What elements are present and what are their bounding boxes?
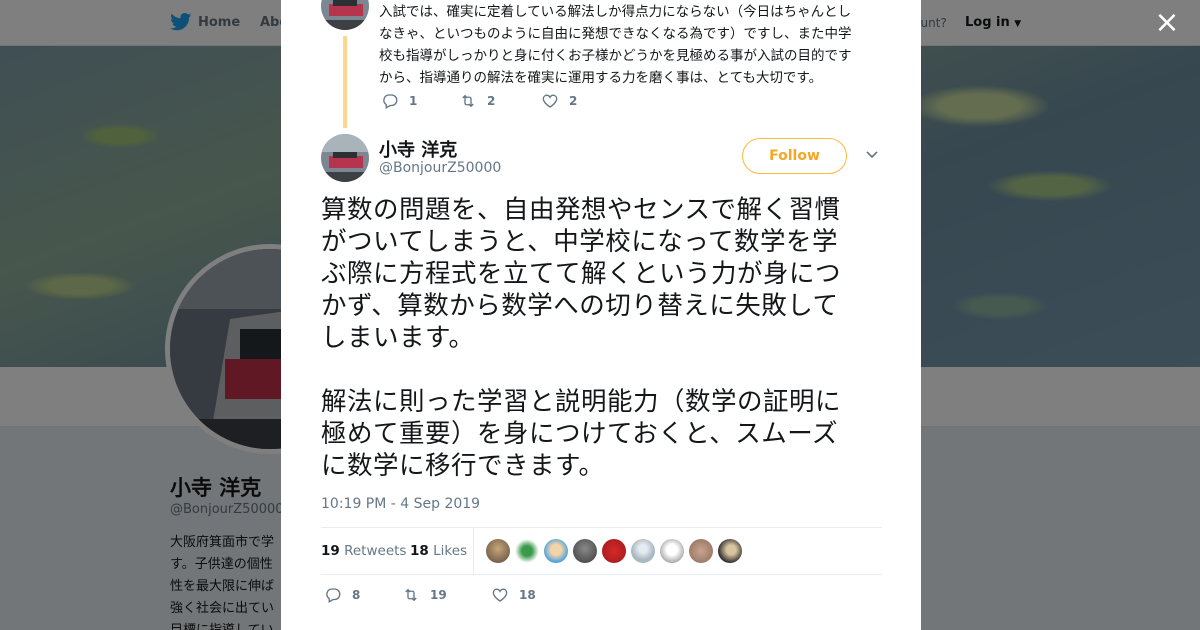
liker-avatar[interactable]	[631, 539, 655, 563]
liker-avatars	[486, 539, 742, 563]
follow-button[interactable]: Follow	[742, 138, 847, 174]
train-avatar-icon	[321, 134, 369, 182]
text-line: なきゃ、といつものように自由に発想できなくなる為です）ですし、また中学	[379, 26, 852, 42]
tweet-timestamp[interactable]: 10:19 PM - 4 Sep 2019	[321, 496, 480, 512]
reply-button[interactable]: 1	[381, 92, 459, 110]
tweet-text: 算数の問題を、自由発想やセンスで解く習慣 がついてしまうと、中学校になって数学を…	[321, 194, 883, 482]
retweet-count: 19	[430, 588, 447, 602]
text-line: 算数の問題を、自由発想やセンスで解く習慣	[321, 195, 841, 225]
close-icon: ×	[1154, 5, 1180, 40]
liker-avatar[interactable]	[544, 539, 568, 563]
retweet-count: 2	[487, 94, 496, 108]
stats-divider	[473, 528, 474, 574]
text-line: 校も指導がしっかりと身に付くお子様かどうかを見極める事が入試の目的です	[379, 48, 852, 64]
tweet-stats: 19 Retweets 18 Likes	[321, 527, 882, 575]
parent-avatar[interactable]	[321, 0, 369, 30]
liker-avatar[interactable]	[515, 539, 539, 563]
author-name[interactable]: 小寺 洋克	[379, 136, 457, 162]
like-label: Likes	[433, 543, 468, 559]
train-avatar-icon	[321, 0, 369, 30]
tweet-modal: 入試では、確実に定着している解法しか得点力にならない（今日はちゃんとし なきゃ、…	[281, 0, 921, 630]
text-line: から、指導通りの解法を確実に運用する力を磨く事は、とても大切です。	[379, 70, 823, 86]
retweet-button[interactable]: 19	[402, 586, 491, 604]
reply-count: 1	[409, 94, 418, 108]
text-line: ぶ際に方程式を立てて解くという力が身につ	[321, 259, 842, 289]
text-line: しまいます。	[321, 323, 475, 353]
like-total: 18	[410, 543, 429, 559]
text-line: 極めて重要）を身につけておくと、スムーズ	[321, 419, 838, 449]
thread-line	[343, 36, 347, 128]
author-handle[interactable]: @BonjourZ50000	[379, 160, 501, 176]
like-button[interactable]: 2	[541, 92, 577, 110]
heart-icon	[542, 94, 558, 108]
liker-avatar[interactable]	[660, 539, 684, 563]
retweet-icon	[462, 94, 474, 108]
liker-avatar[interactable]	[486, 539, 510, 563]
tweet-actions: 8 19 18	[324, 586, 536, 604]
retweet-icon	[405, 588, 417, 602]
liker-avatar[interactable]	[718, 539, 742, 563]
like-count: 18	[519, 588, 536, 602]
reply-button[interactable]: 8	[324, 586, 402, 604]
retweet-total: 19	[321, 543, 340, 559]
parent-tweet[interactable]: 入試では、確実に定着している解法しか得点力にならない（今日はちゃんとし なきゃ、…	[321, 0, 881, 128]
liker-avatar[interactable]	[689, 539, 713, 563]
like-count: 2	[569, 94, 578, 108]
retweets-stat[interactable]: 19 Retweets	[321, 543, 406, 559]
liker-avatar[interactable]	[602, 539, 626, 563]
parent-tweet-text: 入試では、確実に定着している解法しか得点力にならない（今日はちゃんとし なきゃ、…	[379, 1, 879, 89]
likes-stat[interactable]: 18 Likes	[410, 543, 467, 559]
reply-count: 8	[352, 588, 361, 602]
close-button[interactable]: ×	[1154, 8, 1180, 38]
retweet-label: Retweets	[344, 543, 407, 559]
text-line: かず、算数から数学への切り替えに失敗して	[321, 291, 839, 321]
chevron-down-icon[interactable]	[865, 148, 879, 162]
heart-icon	[492, 588, 508, 602]
author-avatar[interactable]	[321, 134, 369, 182]
text-line: に数学に移行できます。	[321, 451, 605, 481]
text-line: 解法に則った学習と説明能力（数学の証明に	[321, 387, 842, 417]
text-line: 入試では、確実に定着している解法しか得点力にならない（今日はちゃんとし	[379, 4, 852, 20]
parent-actions: 1 2 2	[381, 92, 577, 110]
text-line: がついてしまうと、中学校になって数学を学	[321, 227, 838, 257]
reply-icon	[326, 588, 341, 603]
liker-avatar[interactable]	[573, 539, 597, 563]
reply-icon	[383, 94, 398, 109]
retweet-button[interactable]: 2	[459, 92, 541, 110]
tweet-header: 小寺 洋克 @BonjourZ50000 Follow	[321, 134, 881, 184]
like-button[interactable]: 18	[491, 586, 536, 604]
